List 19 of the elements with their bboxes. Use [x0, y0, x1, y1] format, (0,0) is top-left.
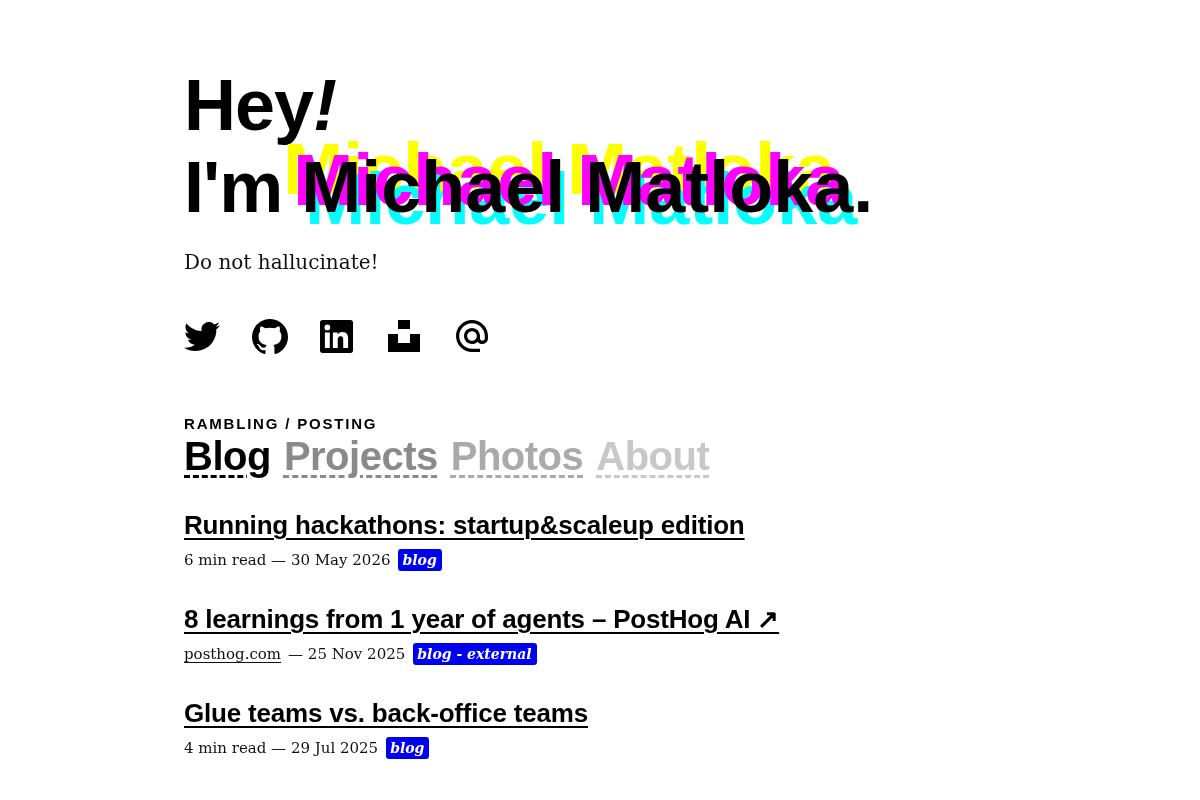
hero-heading: Hey! I'm Michael Matloka.: [184, 64, 873, 228]
post-tag: blog: [386, 737, 430, 759]
post-tag: blog - external: [413, 643, 537, 665]
post-meta: 4 min read — 29 Jul 2025: [184, 738, 379, 759]
at-sign-icon[interactable]: [456, 320, 488, 352]
section-label: RAMBLING / POSTING: [184, 414, 378, 434]
section-tab[interactable]: Blog: [184, 434, 271, 478]
source-link[interactable]: posthog.com: [184, 643, 282, 665]
post-meta: — 25 Nov 2025: [288, 644, 406, 665]
post-meta: 6 min read — 30 May 2026: [184, 550, 391, 571]
post-title-link[interactable]: Glue teams vs. back-office teams: [184, 696, 588, 730]
tagline: Do not hallucinate!: [184, 249, 379, 276]
post-title-link[interactable]: 8 learnings from 1 year of agents – PostHog AI ↗: [184, 602, 780, 636]
cat-logo-icon[interactable]: [252, 318, 288, 354]
blocks-logo-icon[interactable]: [388, 320, 420, 352]
bird-icon[interactable]: [184, 321, 220, 351]
post-title-link[interactable]: Running hackathons: startup&scaleup edition: [184, 508, 745, 542]
post-tag: blog: [398, 549, 442, 571]
in-logo-icon[interactable]: [320, 319, 353, 353]
